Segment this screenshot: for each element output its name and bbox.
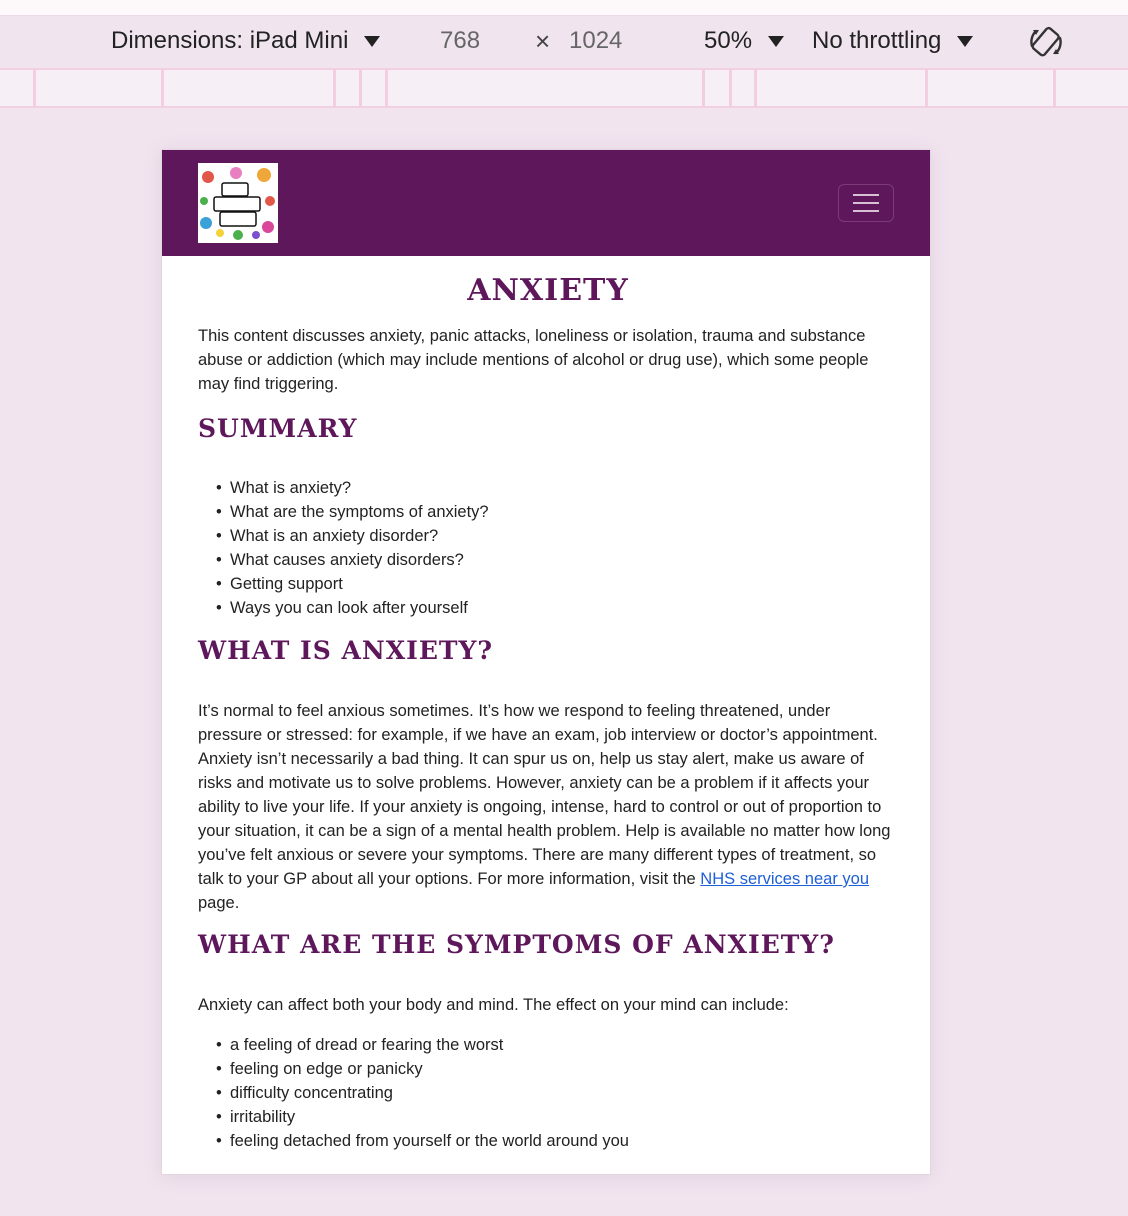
browser-top-strip [0, 0, 1128, 16]
summary-item: Ways you can look after yourself [216, 596, 898, 620]
symptoms-intro: Anxiety can affect both your body and mi… [198, 996, 789, 1014]
symptom-item: irritability [216, 1105, 898, 1129]
what-is-anxiety-suffix: page. [198, 894, 240, 912]
ruler-tick[interactable] [359, 70, 362, 108]
symptom-item: difficulty concentrating [216, 1081, 898, 1105]
times-icon: × [535, 26, 551, 56]
nhs-services-link[interactable]: NHS services near you [700, 870, 869, 888]
page-content: ANXIETY This content discusses anxiety, … [198, 256, 898, 1154]
chevron-down-icon [957, 35, 974, 47]
what-is-anxiety-heading: WHAT IS ANXIETY? [198, 636, 493, 665]
hamburger-menu-icon[interactable] [838, 184, 894, 222]
zoom-dropdown[interactable]: 50% [704, 27, 785, 55]
logo-image [200, 167, 275, 240]
summary-heading: SUMMARY [198, 414, 358, 443]
ruler-tick[interactable] [333, 70, 336, 108]
content-warning: This content discusses anxiety, panic at… [198, 327, 869, 393]
throttling-dropdown[interactable]: No throttling [812, 27, 974, 55]
ruler-tick[interactable] [702, 70, 705, 108]
what-is-anxiety-text: It’s normal to feel anxious sometimes. I… [198, 699, 898, 915]
ruler-tick[interactable] [1053, 70, 1056, 108]
zoom-label: 50% [704, 27, 753, 54]
ruler-tick[interactable] [161, 70, 164, 108]
summary-item: What is anxiety? [216, 476, 898, 500]
symptom-item: feeling detached from yourself or the wo… [216, 1129, 898, 1153]
page-title: ANXIETY [467, 273, 629, 308]
ruler-tick[interactable] [729, 70, 732, 108]
ruler-tick[interactable] [385, 70, 388, 108]
ruler-tick[interactable] [754, 70, 757, 108]
summary-list: What is anxiety? What are the symptoms o… [198, 476, 898, 620]
device-viewport: ANXIETY This content discusses anxiety, … [161, 149, 931, 1175]
width-input[interactable]: 768 [440, 27, 480, 55]
dimensions-dropdown[interactable]: Dimensions: iPad Mini [111, 27, 381, 55]
symptom-item: feeling on edge or panicky [216, 1057, 898, 1081]
symptom-item: a feeling of dread or fearing the worst [216, 1033, 898, 1057]
summary-item: What is an anxiety disorder? [216, 524, 898, 548]
symptoms-heading: WHAT ARE THE SYMPTOMS OF ANXIETY? [198, 930, 835, 959]
rotate-icon[interactable] [1026, 22, 1066, 62]
summary-item: What causes anxiety disorders? [216, 548, 898, 572]
height-input[interactable]: 1024 [569, 27, 622, 55]
media-query-ruler [0, 70, 1128, 108]
chevron-down-icon [364, 35, 381, 47]
ruler-tick[interactable] [33, 70, 36, 108]
device-toolbar: Dimensions: iPad Mini 768 × 1024 50% No … [0, 16, 1128, 70]
site-logo[interactable] [198, 163, 278, 243]
summary-item: What are the symptoms of anxiety? [216, 500, 898, 524]
site-navbar [162, 150, 930, 256]
summary-item: Getting support [216, 572, 898, 596]
what-is-anxiety-body: It’s normal to feel anxious sometimes. I… [198, 702, 891, 888]
ruler-tick[interactable] [925, 70, 928, 108]
chevron-down-icon [768, 35, 785, 47]
dimensions-label: Dimensions: iPad Mini [111, 27, 349, 54]
throttling-label: No throttling [812, 27, 942, 54]
symptoms-list: a feeling of dread or fearing the worst … [198, 1033, 898, 1153]
